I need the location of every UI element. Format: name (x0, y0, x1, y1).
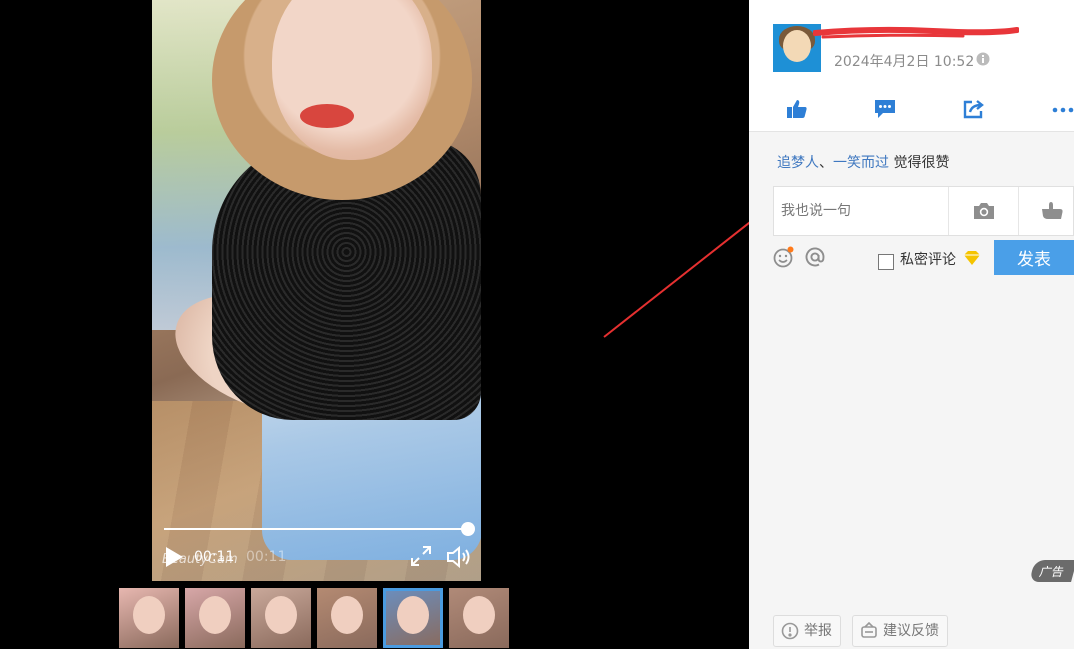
comment-icon (875, 100, 895, 118)
mention-poke-button[interactable] (1018, 187, 1074, 235)
thumbs-up-icon (787, 100, 807, 118)
at-sign-icon (805, 247, 825, 267)
likes-suffix: 觉得很赞 (893, 155, 950, 171)
comment-input[interactable] (774, 187, 948, 235)
thumbnail-item[interactable] (449, 588, 509, 648)
emoji-button[interactable] (773, 246, 795, 268)
report-button[interactable]: 举报 (773, 615, 841, 647)
thumbnail-face (265, 596, 297, 634)
post-time: 2024年4月2日 10:52 (834, 54, 975, 70)
add-photo-button[interactable] (948, 187, 1018, 235)
pointing-hand-icon (1042, 202, 1063, 219)
speaker-icon (447, 545, 470, 569)
share-icon (963, 100, 984, 119)
like-button[interactable] (785, 98, 809, 120)
thumbnail-item[interactable] (185, 588, 245, 648)
video-progress-handle[interactable] (461, 522, 475, 536)
submit-comment-button[interactable]: 发表 (994, 240, 1074, 275)
fullscreen-button[interactable] (410, 545, 432, 567)
comment-button[interactable] (873, 98, 897, 120)
private-comment-checkbox[interactable] (878, 254, 894, 270)
liker-separator: 、 (819, 155, 833, 171)
video-frame-lips (300, 104, 354, 128)
thumbnail-item[interactable] (251, 588, 311, 648)
thumbnail-face (463, 596, 495, 634)
feedback-icon (861, 622, 877, 638)
report-icon (781, 622, 799, 640)
thumbnail-face (331, 596, 363, 634)
video-player[interactable]: BeautyCam 00:11 00:11 (152, 0, 481, 581)
diamond-icon (964, 251, 980, 265)
report-label: 举报 (804, 623, 832, 639)
thumbnail-face (397, 596, 429, 634)
thumbnail-item[interactable] (119, 588, 179, 648)
liker-link[interactable]: 追梦人 (777, 155, 819, 171)
feedback-label: 建议反馈 (883, 623, 939, 639)
play-button[interactable] (164, 546, 184, 568)
comment-box (773, 186, 1074, 236)
thumbnail-item[interactable] (317, 588, 377, 648)
video-progress-fill (164, 528, 468, 530)
thumbnail-face (133, 596, 165, 634)
thumbnail-item[interactable] (383, 588, 443, 648)
more-button[interactable] (1052, 98, 1074, 120)
info-icon[interactable] (976, 52, 990, 66)
play-icon (166, 547, 183, 567)
video-progress-bar[interactable] (164, 522, 475, 536)
thumbnail-face (199, 596, 231, 634)
share-button[interactable] (962, 98, 986, 120)
more-dots-icon (1052, 107, 1074, 113)
detail-panel: 2024年4月2日 10:52 追梦人、一笑而过 觉得很赞 我也说一句 私密评论… (749, 0, 1074, 649)
ad-badge[interactable]: 广告 (1029, 560, 1074, 582)
at-mention-button[interactable] (804, 246, 826, 268)
feedback-button[interactable]: 建议反馈 (852, 615, 948, 647)
video-current-time: 00:11 (194, 549, 235, 565)
redacted-username (813, 26, 1019, 39)
post-header: 2024年4月2日 10:52 (749, 0, 1074, 132)
volume-button[interactable] (446, 545, 472, 569)
liker-link[interactable]: 一笑而过 (833, 155, 889, 171)
avatar-face (783, 30, 811, 62)
camera-icon (974, 203, 994, 219)
fullscreen-icon (411, 546, 431, 566)
ad-label: 广告 (1037, 565, 1066, 579)
video-duration: 00:11 (246, 549, 287, 565)
private-comment-label: 私密评论 (900, 252, 956, 268)
photo-viewer: BeautyCam 00:11 00:11 2024年4月2日 10:52 追梦… (0, 0, 1074, 649)
smiley-icon (773, 246, 794, 268)
likes-summary: 追梦人、一笑而过 觉得很赞 (777, 152, 949, 172)
